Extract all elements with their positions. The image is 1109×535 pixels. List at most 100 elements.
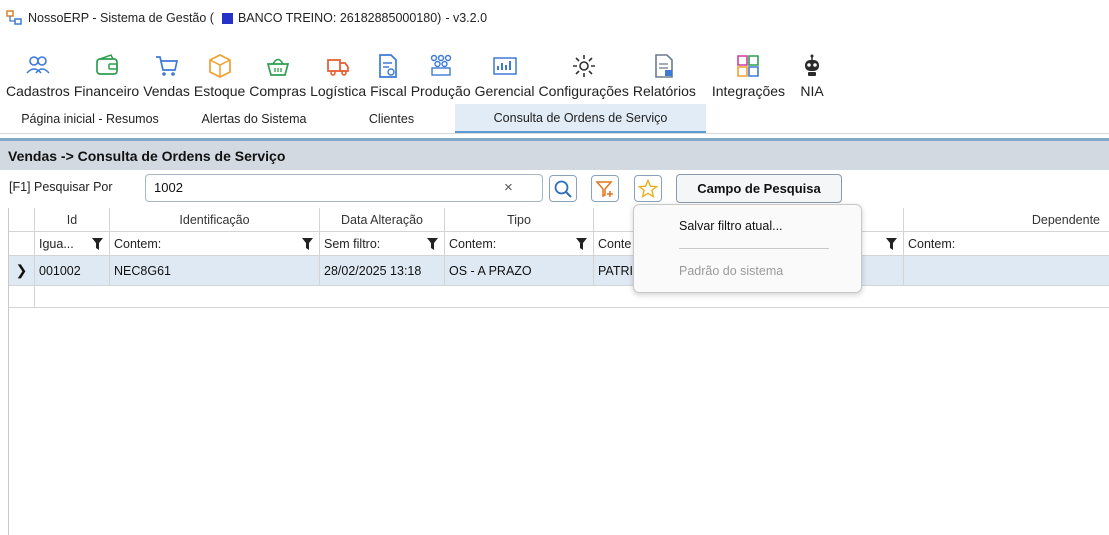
filter-label: Igua... [39, 236, 74, 251]
column-header-identificacao[interactable]: Identificação [110, 208, 320, 231]
ribbon-logistica[interactable]: Logística [308, 40, 368, 102]
ribbon-label: Relatórios [632, 83, 696, 99]
column-header-dependente[interactable]: Dependente [904, 208, 1109, 231]
cell-tipo[interactable]: OS - A PRAZO [445, 256, 594, 285]
filter-label: Conte [598, 236, 632, 251]
ribbon-estoque[interactable]: Estoque [192, 40, 247, 102]
filter-label: Contem: [449, 236, 497, 251]
ribbon-cadastros[interactable]: Cadastros [4, 40, 72, 102]
ribbon-label: Financeiro [73, 83, 140, 99]
ribbon-nia[interactable]: NIA [797, 40, 827, 102]
new-row[interactable] [9, 286, 1109, 308]
ribbon-label: Integrações [711, 83, 786, 99]
row-indicator-header [9, 208, 35, 231]
cell-id[interactable]: 001002 [35, 256, 110, 285]
ribbon-financeiro[interactable]: Financeiro [72, 40, 141, 102]
puzzle-icon [737, 55, 760, 77]
funnel-icon[interactable] [427, 238, 438, 250]
ribbon-relatorios[interactable]: Relatórios [631, 40, 698, 102]
truck-icon [327, 59, 349, 76]
ribbon-label: Gerencial [474, 83, 535, 99]
factory-icon [430, 54, 451, 76]
column-header-data[interactable]: Data Alteração [320, 208, 445, 231]
ribbon-label: Logística [310, 83, 367, 99]
window-title-version: - v3.2.0 [445, 11, 488, 25]
filter-cell-dependente[interactable]: Contem: [904, 232, 1109, 255]
ribbon-integracoes[interactable]: Integrações [710, 40, 787, 102]
document-icon [379, 54, 398, 78]
cell-identificacao[interactable]: NEC8G61 [110, 256, 320, 285]
ribbon-producao[interactable]: Produção [409, 40, 473, 102]
wallet-icon [95, 54, 118, 75]
search-button[interactable] [549, 175, 577, 202]
funnel-icon[interactable] [886, 238, 897, 250]
chart-icon [492, 57, 517, 75]
ribbon-vendas[interactable]: Vendas [141, 40, 192, 102]
menu-separator [679, 248, 829, 249]
funnel-icon[interactable] [576, 238, 587, 250]
grid-header-row: Id Identificação Data Alteração Tipo Dep… [9, 208, 1109, 232]
table-row[interactable]: ❯ 001002 NEC8G61 28/02/2025 13:18 OS - A… [9, 256, 1109, 286]
ribbon-gerencial[interactable]: Gerencial [473, 40, 537, 102]
row-indicator-empty [9, 286, 35, 307]
ribbon-label: Configurações [538, 83, 629, 99]
ribbon-label: Fiscal [370, 83, 407, 99]
favorites-button[interactable] [634, 175, 662, 202]
ribbon-compras[interactable]: Compras [247, 40, 308, 102]
page-title: Vendas -> Consulta de Ordens de Serviço [0, 138, 1109, 170]
document-tabs: Página inicial - Resumos Alertas do Sist… [0, 104, 1109, 134]
results-grid: Id Identificação Data Alteração Tipo Dep… [8, 208, 1109, 535]
cart-icon [155, 56, 178, 76]
cell-dependente[interactable] [904, 256, 1109, 285]
filter-add-icon [595, 180, 613, 197]
box-icon [208, 54, 231, 78]
robot-icon [805, 54, 820, 76]
filter-label: Sem filtro: [324, 236, 381, 251]
tab-consulta-os[interactable]: Consulta de Ordens de Serviço [455, 104, 706, 133]
app-logo-icon [6, 10, 22, 25]
column-header-tipo[interactable]: Tipo [445, 208, 594, 231]
ribbon-label: NIA [800, 83, 824, 99]
search-icon [554, 180, 572, 198]
cell-data[interactable]: 28/02/2025 13:18 [320, 256, 445, 285]
filter-cell-data[interactable]: Sem filtro: [320, 232, 445, 255]
ribbon-label: Cadastros [6, 83, 70, 99]
ribbon-label: Compras [249, 83, 307, 99]
search-bar: [F1] Pesquisar Por 1002 × Campo de Pesqu… [0, 172, 1109, 206]
grid-filter-row: Igua... Contem: Sem filtro: Contem: Cont… [9, 232, 1109, 256]
row-indicator-icon: ❯ [9, 256, 35, 285]
search-label: [F1] Pesquisar Por [9, 180, 113, 194]
filter-cell-identificacao[interactable]: Contem: [110, 232, 320, 255]
filter-cell-id[interactable]: Igua... [35, 232, 110, 255]
search-input[interactable]: 1002 [145, 174, 543, 202]
filter-label: Contem: [908, 236, 956, 251]
column-header-id[interactable]: Id [35, 208, 110, 231]
ribbon-label: Produção [410, 83, 471, 99]
ribbon-fiscal[interactable]: Fiscal [368, 40, 409, 102]
ribbon-label: Vendas [143, 83, 190, 99]
tab-alertas[interactable]: Alertas do Sistema [180, 104, 328, 133]
funnel-icon[interactable] [92, 238, 103, 250]
clear-search-icon[interactable]: × [504, 179, 513, 196]
database-color-icon [221, 12, 233, 24]
users-icon [26, 56, 50, 74]
tab-clientes[interactable]: Clientes [328, 104, 455, 133]
title-bar: NossoERP - Sistema de Gestão ( BANCO TRE… [0, 0, 1109, 36]
ribbon-configuracoes[interactable]: Configurações [537, 40, 631, 102]
campo-pesquisa-button[interactable]: Campo de Pesquisa [676, 174, 842, 203]
row-indicator-filter [9, 232, 35, 255]
add-filter-button[interactable] [591, 175, 619, 202]
star-icon [638, 178, 658, 198]
report-icon [655, 54, 674, 78]
basket-icon [266, 58, 289, 76]
filter-label: Contem: [114, 236, 162, 251]
main-ribbon: Cadastros Financeiro Vendas Estoque Comp… [0, 40, 1109, 102]
filter-cell-tipo[interactable]: Contem: [445, 232, 594, 255]
ribbon-label: Estoque [193, 83, 246, 99]
funnel-icon[interactable] [302, 238, 313, 250]
menu-item-save-filter[interactable]: Salvar filtro atual... [679, 219, 783, 233]
favorites-menu: Salvar filtro atual... Padrão do sistema [633, 204, 862, 293]
tab-pagina-inicial[interactable]: Página inicial - Resumos [0, 104, 180, 133]
gear-icon [572, 55, 595, 77]
window-title-database: BANCO TREINO: 26182885000180) [237, 11, 442, 25]
